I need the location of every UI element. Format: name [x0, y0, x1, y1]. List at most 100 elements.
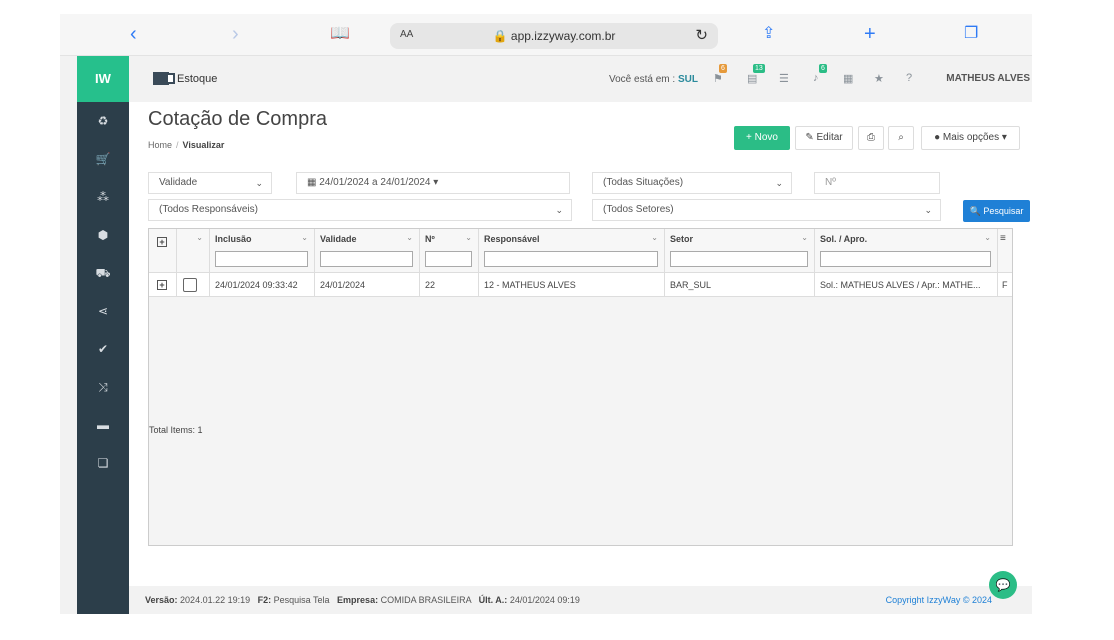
column-validade[interactable]: Validade ⌄	[315, 229, 420, 273]
help-icon[interactable]: ?	[906, 72, 912, 84]
column-label: Setor	[670, 234, 694, 244]
recycle-icon[interactable]: ♻	[77, 102, 129, 140]
search-submit-button[interactable]: 🔍 Pesquisar	[963, 200, 1030, 222]
company-label: Empresa:	[337, 595, 379, 605]
validity-select[interactable]: Validade ⌄	[148, 172, 272, 194]
search-button[interactable]: ⌕	[888, 126, 914, 150]
column-numero[interactable]: Nº ⌄	[420, 229, 479, 273]
f2-text: Pesquisa Tela	[273, 595, 330, 605]
chevron-down-icon[interactable]: ⌄	[801, 233, 808, 242]
cell-inclusao: 24/01/2024 09:33:42	[210, 273, 315, 297]
more-options-button[interactable]: ● Mais opções ▾	[921, 126, 1020, 150]
filter-input[interactable]	[484, 251, 658, 267]
cell-extra: F	[1002, 280, 1008, 290]
cart-icon[interactable]: 🛒	[77, 140, 129, 178]
number-field[interactable]: Nº	[814, 172, 940, 194]
location-info: Você está em : SUL	[609, 74, 698, 85]
location-label: Você está em :	[609, 74, 676, 85]
back-icon[interactable]: ‹	[130, 24, 137, 44]
column-sol-apro[interactable]: Sol. / Apro. ⌄	[815, 229, 998, 273]
situations-select[interactable]: (Todas Situações) ⌄	[592, 172, 792, 194]
share-icon[interactable]: ⋖	[77, 292, 129, 330]
column-label: Nº	[425, 234, 435, 244]
column-responsavel[interactable]: Responsável ⌄	[479, 229, 665, 273]
chevron-down-icon: ⌄	[255, 178, 263, 188]
tabs-icon[interactable]: ❐	[964, 24, 978, 44]
share-icon[interactable]: ⇪	[762, 24, 775, 44]
orders-icon[interactable]: ⚑ 6	[713, 64, 727, 85]
chevron-down-icon[interactable]: ⌄	[301, 233, 308, 242]
f2-label: F2:	[257, 595, 272, 605]
column-menu[interactable]: ≡	[998, 229, 1012, 273]
check-circle-icon[interactable]: ✔	[77, 330, 129, 368]
breadcrumb: Home / Visualizar	[148, 140, 224, 150]
table-row[interactable]: + 24/01/2024 09:33:42 24/01/2024 22 12 -…	[149, 273, 1012, 297]
company-value: COMIDA BRASILEIRA	[380, 595, 472, 605]
date-range-picker[interactable]: ▦ 24/01/2024 a 24/01/2024 ▾	[296, 172, 570, 194]
bell-icon[interactable]: ♪ 6	[813, 64, 827, 84]
user-name[interactable]: MATHEUS ALVES	[946, 73, 1030, 84]
shuffle-icon[interactable]: ⤨	[77, 368, 129, 406]
cell-numero: 22	[420, 273, 479, 297]
messages-badge: 13	[753, 64, 765, 73]
expand-all-icon[interactable]: +	[157, 237, 167, 247]
results-grid: + ⌄ Inclusão ⌄ Validade ⌄ Nº ⌄ Responsáv…	[148, 228, 1013, 546]
column-setor[interactable]: Setor ⌄	[665, 229, 815, 273]
copyright[interactable]: Copyright IzzyWay © 2024	[886, 595, 992, 605]
expand-all-column: +	[149, 229, 177, 273]
card-icon[interactable]: ▬	[77, 406, 129, 444]
chevron-down-icon[interactable]: ⌄	[196, 233, 203, 242]
cube-icon[interactable]: ⬢	[77, 216, 129, 254]
grid-header: + ⌄ Inclusão ⌄ Validade ⌄ Nº ⌄ Responsáv…	[149, 229, 1012, 273]
responsibles-select[interactable]: (Todos Responsáveis) ⌄	[148, 199, 572, 221]
star-icon[interactable]: ★	[874, 72, 884, 85]
expand-row-icon[interactable]: +	[157, 280, 167, 290]
breadcrumb-separator: /	[176, 140, 179, 150]
chevron-down-icon[interactable]: ⌄	[651, 233, 658, 242]
chevron-down-icon[interactable]: ⌄	[465, 233, 472, 242]
edit-button[interactable]: ✎ Editar	[795, 126, 853, 150]
forward-icon[interactable]: ›	[232, 24, 239, 44]
print-button[interactable]: ⎙	[858, 126, 884, 150]
column-label: Responsável	[484, 234, 540, 244]
cubes-icon[interactable]: ⁂	[77, 178, 129, 216]
address-bar[interactable]: AA 🔒 app.izzyway.com.br ↻	[390, 23, 718, 49]
filter-input[interactable]	[820, 251, 991, 267]
cell-setor: BAR_SUL	[665, 273, 815, 297]
chat-icon[interactable]: 💬	[989, 571, 1017, 599]
column-inclusao[interactable]: Inclusão ⌄	[210, 229, 315, 273]
chevron-down-icon[interactable]: ⌄	[984, 233, 991, 242]
menu-icon[interactable]: ≡	[1000, 233, 1006, 244]
alerts-badge: 6	[819, 64, 827, 73]
chevron-down-icon: ⌄	[555, 205, 563, 215]
browser-toolbar: ‹ › 📖 AA 🔒 app.izzyway.com.br ↻ ⇪ + ❐	[60, 14, 1032, 56]
new-button[interactable]: + Novo	[734, 126, 790, 150]
truck-icon[interactable]: ⛟	[77, 254, 129, 292]
sectors-select[interactable]: (Todos Setores) ⌄	[592, 199, 941, 221]
calendar-icon[interactable]: ▦	[843, 72, 853, 85]
select-column: ⌄	[177, 229, 210, 273]
list-icon[interactable]: ☰	[779, 72, 789, 85]
module-title[interactable]: Estoque	[153, 72, 217, 85]
cell-validade: 24/01/2024	[315, 273, 420, 297]
responsibles-value: (Todos Responsáveis)	[159, 204, 258, 215]
chevron-down-icon[interactable]: ⌄	[406, 233, 413, 242]
breadcrumb-home[interactable]: Home	[148, 140, 172, 150]
filter-input[interactable]	[320, 251, 413, 267]
sidebar: IW ♻ 🛒 ⁂ ⬢ ⛟ ⋖ ✔ ⤨ ▬ ❏	[77, 56, 129, 614]
reload-icon[interactable]: ↻	[695, 26, 708, 44]
filter-input[interactable]	[670, 251, 808, 267]
copy-icon[interactable]: ❏	[77, 444, 129, 482]
filter-input[interactable]	[215, 251, 308, 267]
bookmarks-icon[interactable]: 📖	[330, 24, 350, 44]
chevron-down-icon: ⌄	[924, 205, 932, 215]
cell-responsavel: 12 - MATHEUS ALVES	[479, 273, 665, 297]
messages-icon[interactable]: ▤ 13	[747, 64, 765, 85]
location-value[interactable]: SUL	[678, 74, 698, 85]
filter-input[interactable]	[425, 251, 472, 267]
main-content: Cotação de Compra Home / Visualizar + Novo…	[129, 102, 1032, 586]
row-checkbox[interactable]	[183, 278, 197, 292]
logo[interactable]: IW	[77, 56, 129, 102]
new-tab-icon[interactable]: +	[864, 24, 876, 44]
box-icon	[166, 73, 175, 84]
